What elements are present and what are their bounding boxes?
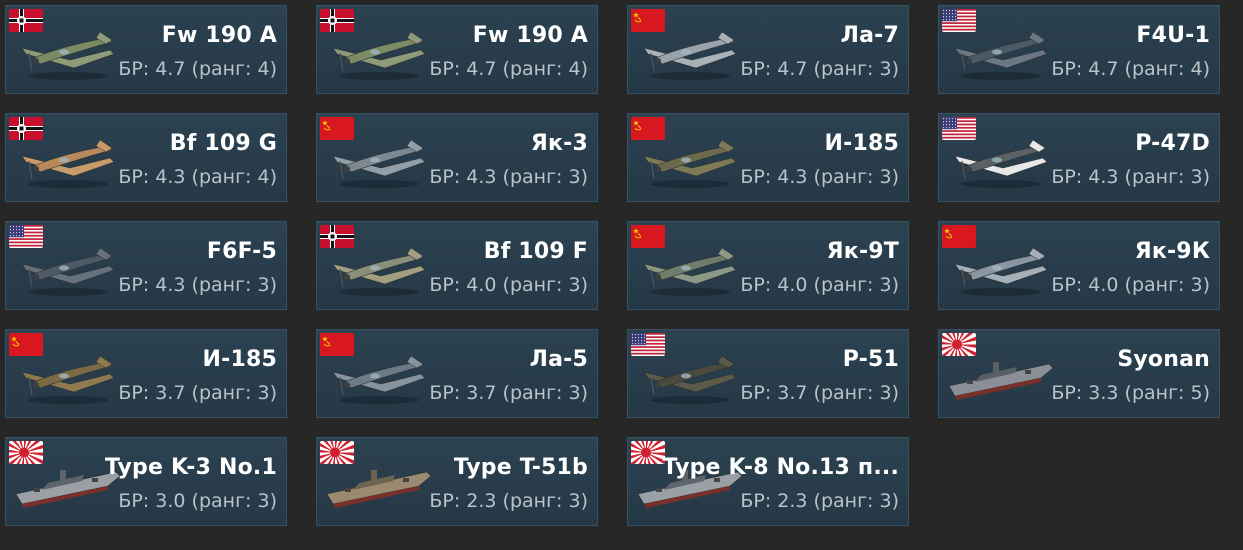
vehicle-card[interactable]: P-47D БР: 4.3 (ранг: 3) — [938, 113, 1220, 202]
vehicle-name: F6F-5 — [206, 239, 277, 264]
battle-rating: БР: 3.7 (ранг: 3) — [429, 382, 588, 404]
vehicle-name: Type K-3 No.1 — [104, 455, 277, 480]
germany-flag-icon — [9, 9, 43, 32]
vehicle-card[interactable]: Type T-51b БР: 2.3 (ранг: 3) — [316, 437, 598, 526]
japan-flag-icon — [320, 441, 354, 464]
vehicle-grid: Fw 190 A БР: 4.7 (ранг: 4) Fw 190 A БР: 4.7… — [0, 0, 1243, 550]
battle-rating: БР: 3.3 (ранг: 5) — [1051, 382, 1210, 404]
vehicle-name: Type T-51b — [453, 455, 588, 480]
usa-flag-icon — [631, 333, 665, 356]
vehicle-card[interactable]: И-185 БР: 3.7 (ранг: 3) — [5, 329, 287, 418]
battle-rating: БР: 4.3 (ранг: 4) — [118, 166, 277, 188]
vehicle-name: Як-9Т — [826, 239, 899, 264]
vehicle-card[interactable]: Як-9К БР: 4.0 (ранг: 3) — [938, 221, 1220, 310]
japan-flag-icon — [942, 333, 976, 356]
battle-rating: БР: 4.0 (ранг: 3) — [1051, 274, 1210, 296]
ussr-flag-icon — [631, 117, 665, 140]
usa-flag-icon — [942, 117, 976, 140]
battle-rating: БР: 4.7 (ранг: 4) — [429, 58, 588, 80]
battle-rating: БР: 4.0 (ранг: 3) — [429, 274, 588, 296]
battle-rating: БР: 4.3 (ранг: 3) — [118, 274, 277, 296]
ussr-flag-icon — [320, 333, 354, 356]
vehicle-name: Type K-8 No.13 п... — [662, 455, 899, 480]
vehicle-card[interactable]: P-51 БР: 3.7 (ранг: 3) — [627, 329, 909, 418]
vehicle-name: Fw 190 A — [472, 23, 588, 48]
battle-rating: БР: 4.7 (ранг: 4) — [1051, 58, 1210, 80]
vehicle-card[interactable]: Як-9Т БР: 4.0 (ранг: 3) — [627, 221, 909, 310]
ussr-flag-icon — [631, 9, 665, 32]
battle-rating: БР: 3.7 (ранг: 3) — [118, 382, 277, 404]
vehicle-card[interactable]: Syonan БР: 3.3 (ранг: 5) — [938, 329, 1220, 418]
usa-flag-icon — [9, 225, 43, 248]
battle-rating: БР: 3.0 (ранг: 3) — [118, 490, 277, 512]
battle-rating: БР: 2.3 (ранг: 3) — [740, 490, 899, 512]
battle-rating: БР: 4.3 (ранг: 3) — [1051, 166, 1210, 188]
vehicle-card[interactable]: Type K-8 No.13 п... БР: 2.3 (ранг: 3) — [627, 437, 909, 526]
ussr-flag-icon — [320, 117, 354, 140]
germany-flag-icon — [320, 9, 354, 32]
vehicle-card[interactable]: И-185 БР: 4.3 (ранг: 3) — [627, 113, 909, 202]
vehicle-name: F4U-1 — [1136, 23, 1210, 48]
vehicle-name: Fw 190 A — [161, 23, 277, 48]
germany-flag-icon — [9, 117, 43, 140]
battle-rating: БР: 2.3 (ранг: 3) — [429, 490, 588, 512]
vehicle-name: Syonan — [1117, 347, 1210, 372]
vehicle-name: Ла-7 — [840, 23, 899, 48]
vehicle-card[interactable]: Bf 109 F БР: 4.0 (ранг: 3) — [316, 221, 598, 310]
ussr-flag-icon — [631, 225, 665, 248]
ussr-flag-icon — [9, 333, 43, 356]
vehicle-card[interactable]: F6F-5 БР: 4.3 (ранг: 3) — [5, 221, 287, 310]
battle-rating: БР: 4.3 (ранг: 3) — [429, 166, 588, 188]
vehicle-card[interactable]: Fw 190 A БР: 4.7 (ранг: 4) — [316, 5, 598, 94]
japan-flag-icon — [9, 441, 43, 464]
vehicle-name: P-47D — [1135, 131, 1210, 156]
vehicle-card[interactable]: Ла-5 БР: 3.7 (ранг: 3) — [316, 329, 598, 418]
vehicle-card[interactable]: F4U-1 БР: 4.7 (ранг: 4) — [938, 5, 1220, 94]
battle-rating: БР: 4.7 (ранг: 4) — [118, 58, 277, 80]
vehicle-card[interactable]: Ла-7 БР: 4.7 (ранг: 3) — [627, 5, 909, 94]
vehicle-name: Bf 109 G — [169, 131, 277, 156]
vehicle-card[interactable]: Bf 109 G БР: 4.3 (ранг: 4) — [5, 113, 287, 202]
vehicle-card[interactable]: Як-3 БР: 4.3 (ранг: 3) — [316, 113, 598, 202]
battle-rating: БР: 4.3 (ранг: 3) — [740, 166, 899, 188]
ussr-flag-icon — [942, 225, 976, 248]
usa-flag-icon — [942, 9, 976, 32]
vehicle-name: Як-9К — [1134, 239, 1210, 264]
vehicle-name: Як-3 — [530, 131, 588, 156]
vehicle-name: P-51 — [842, 347, 899, 372]
vehicle-name: Bf 109 F — [483, 239, 588, 264]
japan-flag-icon — [631, 441, 665, 464]
battle-rating: БР: 3.7 (ранг: 3) — [740, 382, 899, 404]
germany-flag-icon — [320, 225, 354, 248]
battle-rating: БР: 4.0 (ранг: 3) — [740, 274, 899, 296]
vehicle-name: И-185 — [202, 347, 277, 372]
battle-rating: БР: 4.7 (ранг: 3) — [740, 58, 899, 80]
vehicle-card[interactable]: Type K-3 No.1 БР: 3.0 (ранг: 3) — [5, 437, 287, 526]
vehicle-card[interactable]: Fw 190 A БР: 4.7 (ранг: 4) — [5, 5, 287, 94]
vehicle-name: Ла-5 — [529, 347, 588, 372]
vehicle-name: И-185 — [824, 131, 899, 156]
